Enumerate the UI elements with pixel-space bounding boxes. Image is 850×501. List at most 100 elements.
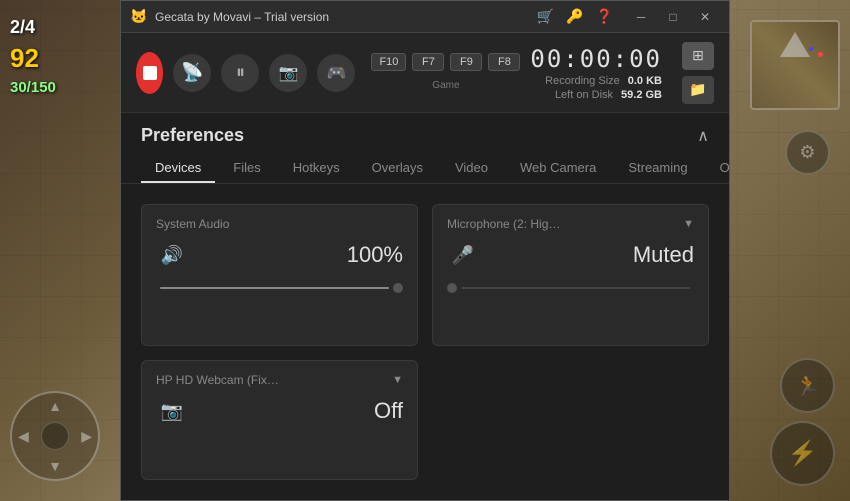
microphone-slider-thumb[interactable] bbox=[447, 283, 457, 293]
webcam-body: 📷 Off bbox=[156, 395, 403, 427]
hotkey-labels: F10 F7 F9 F8 Game bbox=[371, 53, 520, 93]
dpad-up-arrow: ▲ bbox=[48, 399, 62, 413]
gear-icon[interactable]: ⚙ bbox=[785, 130, 830, 175]
hud-gear[interactable]: ⚙ bbox=[785, 130, 830, 175]
preferences-content: System Audio 🔊 100% Microphone (2: Hig… bbox=[121, 184, 729, 500]
left-on-disk-label: Left on Disk bbox=[555, 89, 613, 101]
audio-slider-fill bbox=[160, 287, 389, 289]
gamepad-button[interactable]: 🎮 bbox=[317, 54, 355, 92]
minimap-dot-blue bbox=[809, 47, 813, 51]
app-logo: 🐱 bbox=[129, 7, 149, 27]
tab-others[interactable]: Others bbox=[706, 154, 729, 183]
capture-mode-button[interactable]: ⊞ bbox=[682, 42, 714, 70]
speaker-icon: 🔊 bbox=[156, 239, 188, 271]
pause-button[interactable]: ⏸ bbox=[221, 54, 259, 92]
title-bar: 🐱 Gecata by Movavi – Trial version 🛒 🔑 ❓… bbox=[121, 1, 729, 33]
f10-hotkey[interactable]: F10 bbox=[371, 53, 406, 71]
key-icon[interactable]: 🔑 bbox=[566, 8, 583, 25]
hud-top-left: 2/4 92 30/150 bbox=[10, 15, 56, 98]
game-label: Game bbox=[432, 80, 459, 91]
tab-webcamera[interactable]: Web Camera bbox=[506, 154, 610, 183]
help-icon[interactable]: ❓ bbox=[596, 8, 613, 25]
screenshot-button[interactable]: 📷 bbox=[269, 54, 307, 92]
webcam-icon: 📷 bbox=[156, 395, 188, 427]
hud-dpad[interactable]: ▲ ▼ ◀ ▶ bbox=[10, 391, 100, 481]
window-controls: ─ □ ✕ bbox=[625, 1, 721, 33]
microphone-header: Microphone (2: Hig… ▼ bbox=[447, 217, 694, 231]
game-hotkey-group: 🎮 bbox=[317, 54, 355, 92]
minimap-triangle bbox=[780, 32, 810, 57]
minimap-dot-red bbox=[818, 52, 823, 57]
preferences-title: Preferences bbox=[141, 125, 244, 146]
tab-streaming[interactable]: Streaming bbox=[614, 154, 701, 183]
timer-section: 00:00:00 Recording Size 0.0 KB Left on D… bbox=[530, 45, 662, 101]
minimize-button[interactable]: ─ bbox=[625, 1, 657, 33]
record-button[interactable] bbox=[136, 52, 163, 94]
dpad-left-arrow: ◀ bbox=[18, 429, 29, 443]
hud-score-line1: 2/4 bbox=[10, 15, 56, 40]
microphone-dropdown[interactable]: ▼ bbox=[683, 218, 694, 230]
audio-slider-thumb[interactable] bbox=[393, 283, 403, 293]
toolbar: 📡 ⏸ 📷 🎮 F10 F7 F9 F8 Game 00:00:00 bbox=[121, 33, 729, 113]
title-bar-icons: 🛒 🔑 ❓ bbox=[537, 8, 613, 25]
microphone-name: Microphone (2: Hig… bbox=[447, 217, 560, 231]
recording-size-label: Recording Size bbox=[545, 75, 620, 87]
dpad-right-arrow: ▶ bbox=[81, 429, 92, 443]
hud-minimap bbox=[750, 20, 840, 110]
webcam-card: HP HD Webcam (Fix… ▼ 📷 Off bbox=[141, 360, 418, 480]
system-audio-header: System Audio bbox=[156, 217, 403, 231]
system-audio-body: 🔊 100% bbox=[156, 239, 403, 271]
preferences-section: Preferences ∧ Devices Files Hotkeys Over… bbox=[121, 113, 729, 500]
dpad-down-arrow: ▼ bbox=[48, 459, 62, 473]
toolbar-right-icons: ⊞ 📁 bbox=[682, 42, 714, 104]
folder-button[interactable]: 📁 bbox=[682, 76, 714, 104]
app-window: 🐱 Gecata by Movavi – Trial version 🛒 🔑 ❓… bbox=[120, 0, 730, 501]
system-audio-slider[interactable] bbox=[156, 279, 403, 293]
preferences-toggle[interactable]: ∧ bbox=[697, 126, 709, 146]
folder-icon: 📁 bbox=[689, 81, 706, 98]
timer-info: Recording Size 0.0 KB Left on Disk 59.2 … bbox=[545, 75, 662, 101]
microphone-slider[interactable] bbox=[447, 279, 694, 293]
microphone-slider-track[interactable] bbox=[461, 287, 690, 289]
webcam-value: Off bbox=[374, 398, 403, 424]
minimap-display bbox=[750, 20, 840, 110]
maximize-button[interactable]: □ bbox=[657, 1, 689, 33]
webcam-name: HP HD Webcam (Fix… bbox=[156, 373, 279, 387]
webcam-header: HP HD Webcam (Fix… ▼ bbox=[156, 373, 403, 387]
microphone-body: 🎤 Muted bbox=[447, 239, 694, 271]
preferences-tabs: Devices Files Hotkeys Overlays Video Web… bbox=[121, 154, 729, 184]
stop-icon bbox=[143, 66, 157, 80]
audio-button[interactable]: 📡 bbox=[173, 54, 211, 92]
hud-score-line2: 92 bbox=[10, 40, 56, 76]
audio-hotkey-group: 📡 bbox=[173, 54, 211, 92]
system-audio-name: System Audio bbox=[156, 217, 229, 231]
close-button[interactable]: ✕ bbox=[689, 1, 721, 33]
tab-hotkeys[interactable]: Hotkeys bbox=[279, 154, 354, 183]
audio-slider-track[interactable] bbox=[160, 287, 389, 289]
microphone-card: Microphone (2: Hig… ▼ 🎤 Muted bbox=[432, 204, 709, 346]
left-on-disk-row: Left on Disk 59.2 GB bbox=[555, 89, 662, 101]
webcam-dropdown[interactable]: ▼ bbox=[392, 374, 403, 386]
pause-hotkey-group: ⏸ bbox=[221, 54, 259, 92]
action-attack-icon[interactable]: ⚡ bbox=[770, 421, 835, 486]
tab-video[interactable]: Video bbox=[441, 154, 502, 183]
dpad-center bbox=[41, 422, 69, 450]
system-audio-value: 100% bbox=[347, 242, 403, 268]
tab-devices[interactable]: Devices bbox=[141, 154, 215, 183]
microphone-icon: 🎤 bbox=[447, 239, 479, 271]
tab-overlays[interactable]: Overlays bbox=[358, 154, 437, 183]
hud-score-line3: 30/150 bbox=[10, 77, 56, 98]
cart-icon[interactable]: 🛒 bbox=[537, 8, 554, 25]
system-audio-card: System Audio 🔊 100% bbox=[141, 204, 418, 346]
f8-hotkey[interactable]: F8 bbox=[488, 53, 520, 71]
screenshot-hotkey-group: 📷 bbox=[269, 54, 307, 92]
timer-display: 00:00:00 bbox=[530, 45, 662, 73]
tab-files[interactable]: Files bbox=[219, 154, 274, 183]
microphone-value: Muted bbox=[633, 242, 694, 268]
action-run-icon[interactable]: 🏃 bbox=[780, 358, 835, 413]
left-on-disk-value: 59.2 GB bbox=[621, 89, 662, 101]
f9-hotkey[interactable]: F9 bbox=[450, 53, 482, 71]
preferences-header: Preferences ∧ bbox=[121, 113, 729, 154]
f7-hotkey[interactable]: F7 bbox=[412, 53, 444, 71]
hud-action-buttons: 🏃 ⚡ bbox=[770, 358, 835, 486]
